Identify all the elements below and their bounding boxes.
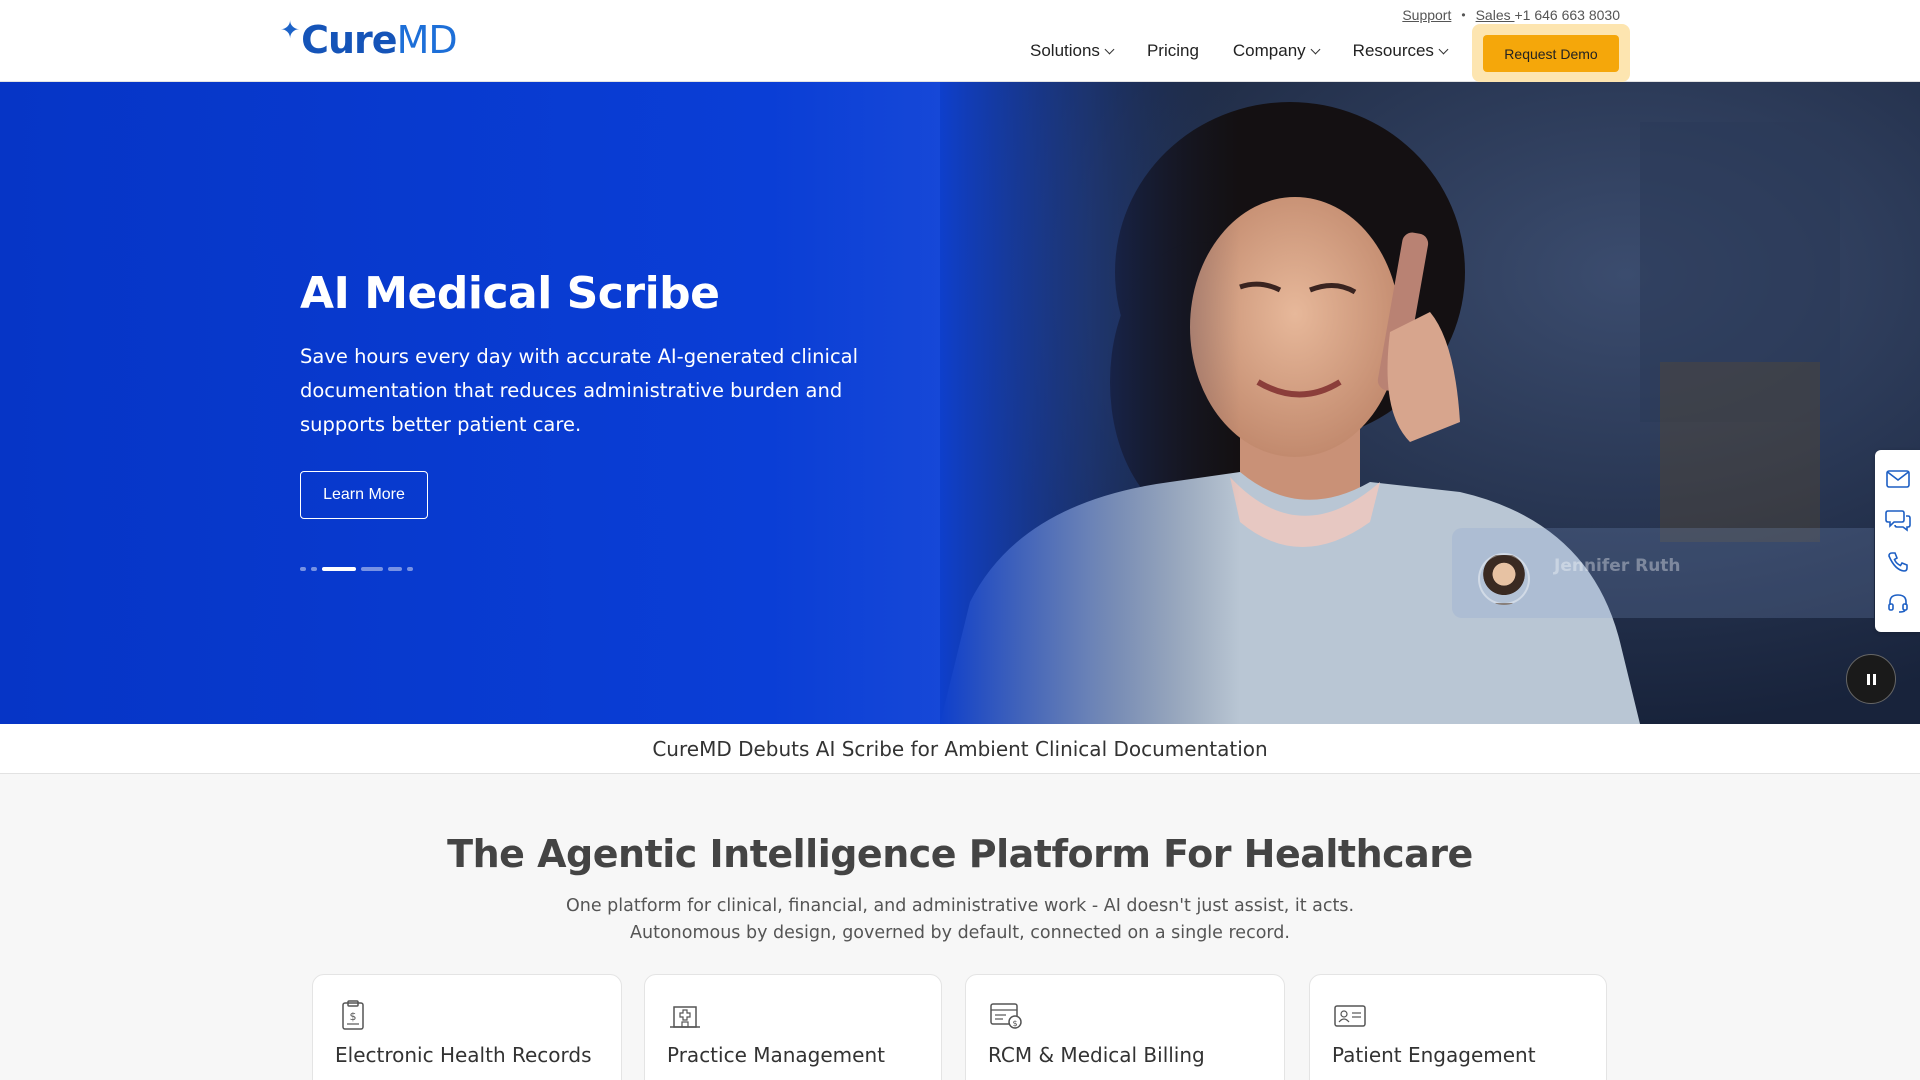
learn-more-button[interactable]: Learn More [300, 471, 428, 519]
card-title: Practice Management [667, 1043, 885, 1067]
pause-icon-bar [1872, 673, 1876, 685]
testimonial-name: Jennifer Ruth [1554, 556, 1681, 576]
carousel-dot[interactable] [361, 567, 383, 571]
patient-id-card-icon [1334, 1005, 1366, 1027]
card-electronic-health-records[interactable]: $ Electronic Health Records [312, 974, 622, 1080]
carousel-dot[interactable] [300, 567, 306, 571]
nav-company-label: Company [1232, 41, 1306, 60]
testimonial-avatar [1478, 553, 1530, 605]
platform-subtitle-line-2: Autonomous by design, governed by defaul… [630, 923, 1290, 943]
nav-company[interactable]: Company [1232, 41, 1321, 61]
logo-text-md: MD [396, 18, 458, 62]
chevron-down-icon [1104, 44, 1115, 54]
chevron-down-icon [1310, 44, 1321, 54]
site-header: ✦ Cure MD Support • Sales +1 646 663 803… [0, 0, 1920, 82]
sales-link[interactable]: Sales [1476, 7, 1515, 23]
carousel-dot[interactable] [407, 567, 413, 571]
card-practice-management[interactable]: Practice Management [644, 974, 942, 1080]
carousel-dot-active[interactable] [322, 567, 356, 571]
logo-spark-icon: ✦ [280, 16, 301, 44]
card-title: Electronic Health Records [335, 1043, 592, 1067]
request-demo-highlight: Request Demo [1472, 24, 1630, 82]
platform-heading: The Agentic Intelligence Platform For He… [447, 832, 1473, 876]
platform-subtitle: One platform for clinical, financial, an… [0, 893, 1920, 947]
headset-icon[interactable] [1884, 589, 1912, 617]
carousel-dot[interactable] [311, 567, 317, 571]
svg-text:$: $ [350, 1010, 357, 1023]
logo-text-cure: Cure [301, 18, 397, 62]
mail-icon[interactable] [1884, 465, 1912, 493]
sales-phone[interactable]: +1 646 663 8030 [1515, 7, 1621, 23]
nav-solutions[interactable]: Solutions [1030, 41, 1115, 61]
nav-solutions-label: Solutions [1030, 41, 1100, 60]
carousel-dot[interactable] [388, 567, 402, 571]
nav-pricing[interactable]: Pricing [1147, 41, 1199, 61]
nav-pricing-label: Pricing [1146, 41, 1199, 60]
platform-subtitle-line-1: One platform for clinical, financial, an… [565, 896, 1355, 916]
hero-description: Save hours every day with accurate AI-ge… [300, 345, 859, 436]
hero-carousel: AI Medical Scribe Save hours every day w… [0, 82, 1920, 724]
card-title: RCM & Medical Billing [988, 1043, 1205, 1067]
carousel-pause-button[interactable] [1846, 654, 1896, 704]
medical-building-icon [670, 1006, 700, 1028]
billing-invoice-icon: $ [990, 1003, 1022, 1029]
contact-side-rail [1875, 450, 1920, 632]
clipboard-dollar-icon: $ [342, 1000, 364, 1030]
sales-contact[interactable]: Sales +1 646 663 8030 [1476, 7, 1620, 23]
main-nav: Solutions Pricing Company Resources [1030, 41, 1449, 61]
card-title: Patient Engagement [1332, 1043, 1536, 1067]
chevron-down-icon [1438, 44, 1449, 54]
nav-resources-label: Resources [1352, 41, 1434, 60]
separator-dot: • [1461, 8, 1466, 22]
testimonial-card: Jennifer Ruth [1452, 528, 1874, 618]
pause-icon-bar [1866, 673, 1870, 685]
hero-title: AI Medical Scribe [300, 268, 720, 319]
svg-text:$: $ [1012, 1019, 1017, 1028]
phone-icon[interactable] [1884, 548, 1912, 576]
news-headline-link[interactable]: CureMD Debuts AI Scribe for Ambient Clin… [652, 737, 1267, 761]
news-announcement-bar: CureMD Debuts AI Scribe for Ambient Clin… [0, 724, 1920, 774]
card-patient-engagement[interactable]: Patient Engagement [1309, 974, 1607, 1080]
top-links: Support • Sales +1 646 663 8030 [1402, 7, 1620, 23]
nav-resources[interactable]: Resources [1352, 41, 1449, 61]
chat-icon[interactable] [1884, 506, 1912, 534]
hero-photo-fade [940, 82, 1240, 724]
carousel-dots [300, 567, 413, 571]
card-rcm-medical-billing[interactable]: $ RCM & Medical Billing [965, 974, 1285, 1080]
support-link[interactable]: Support [1402, 7, 1451, 23]
request-demo-button[interactable]: Request Demo [1483, 35, 1619, 72]
curemd-logo[interactable]: ✦ Cure MD [280, 16, 458, 63]
